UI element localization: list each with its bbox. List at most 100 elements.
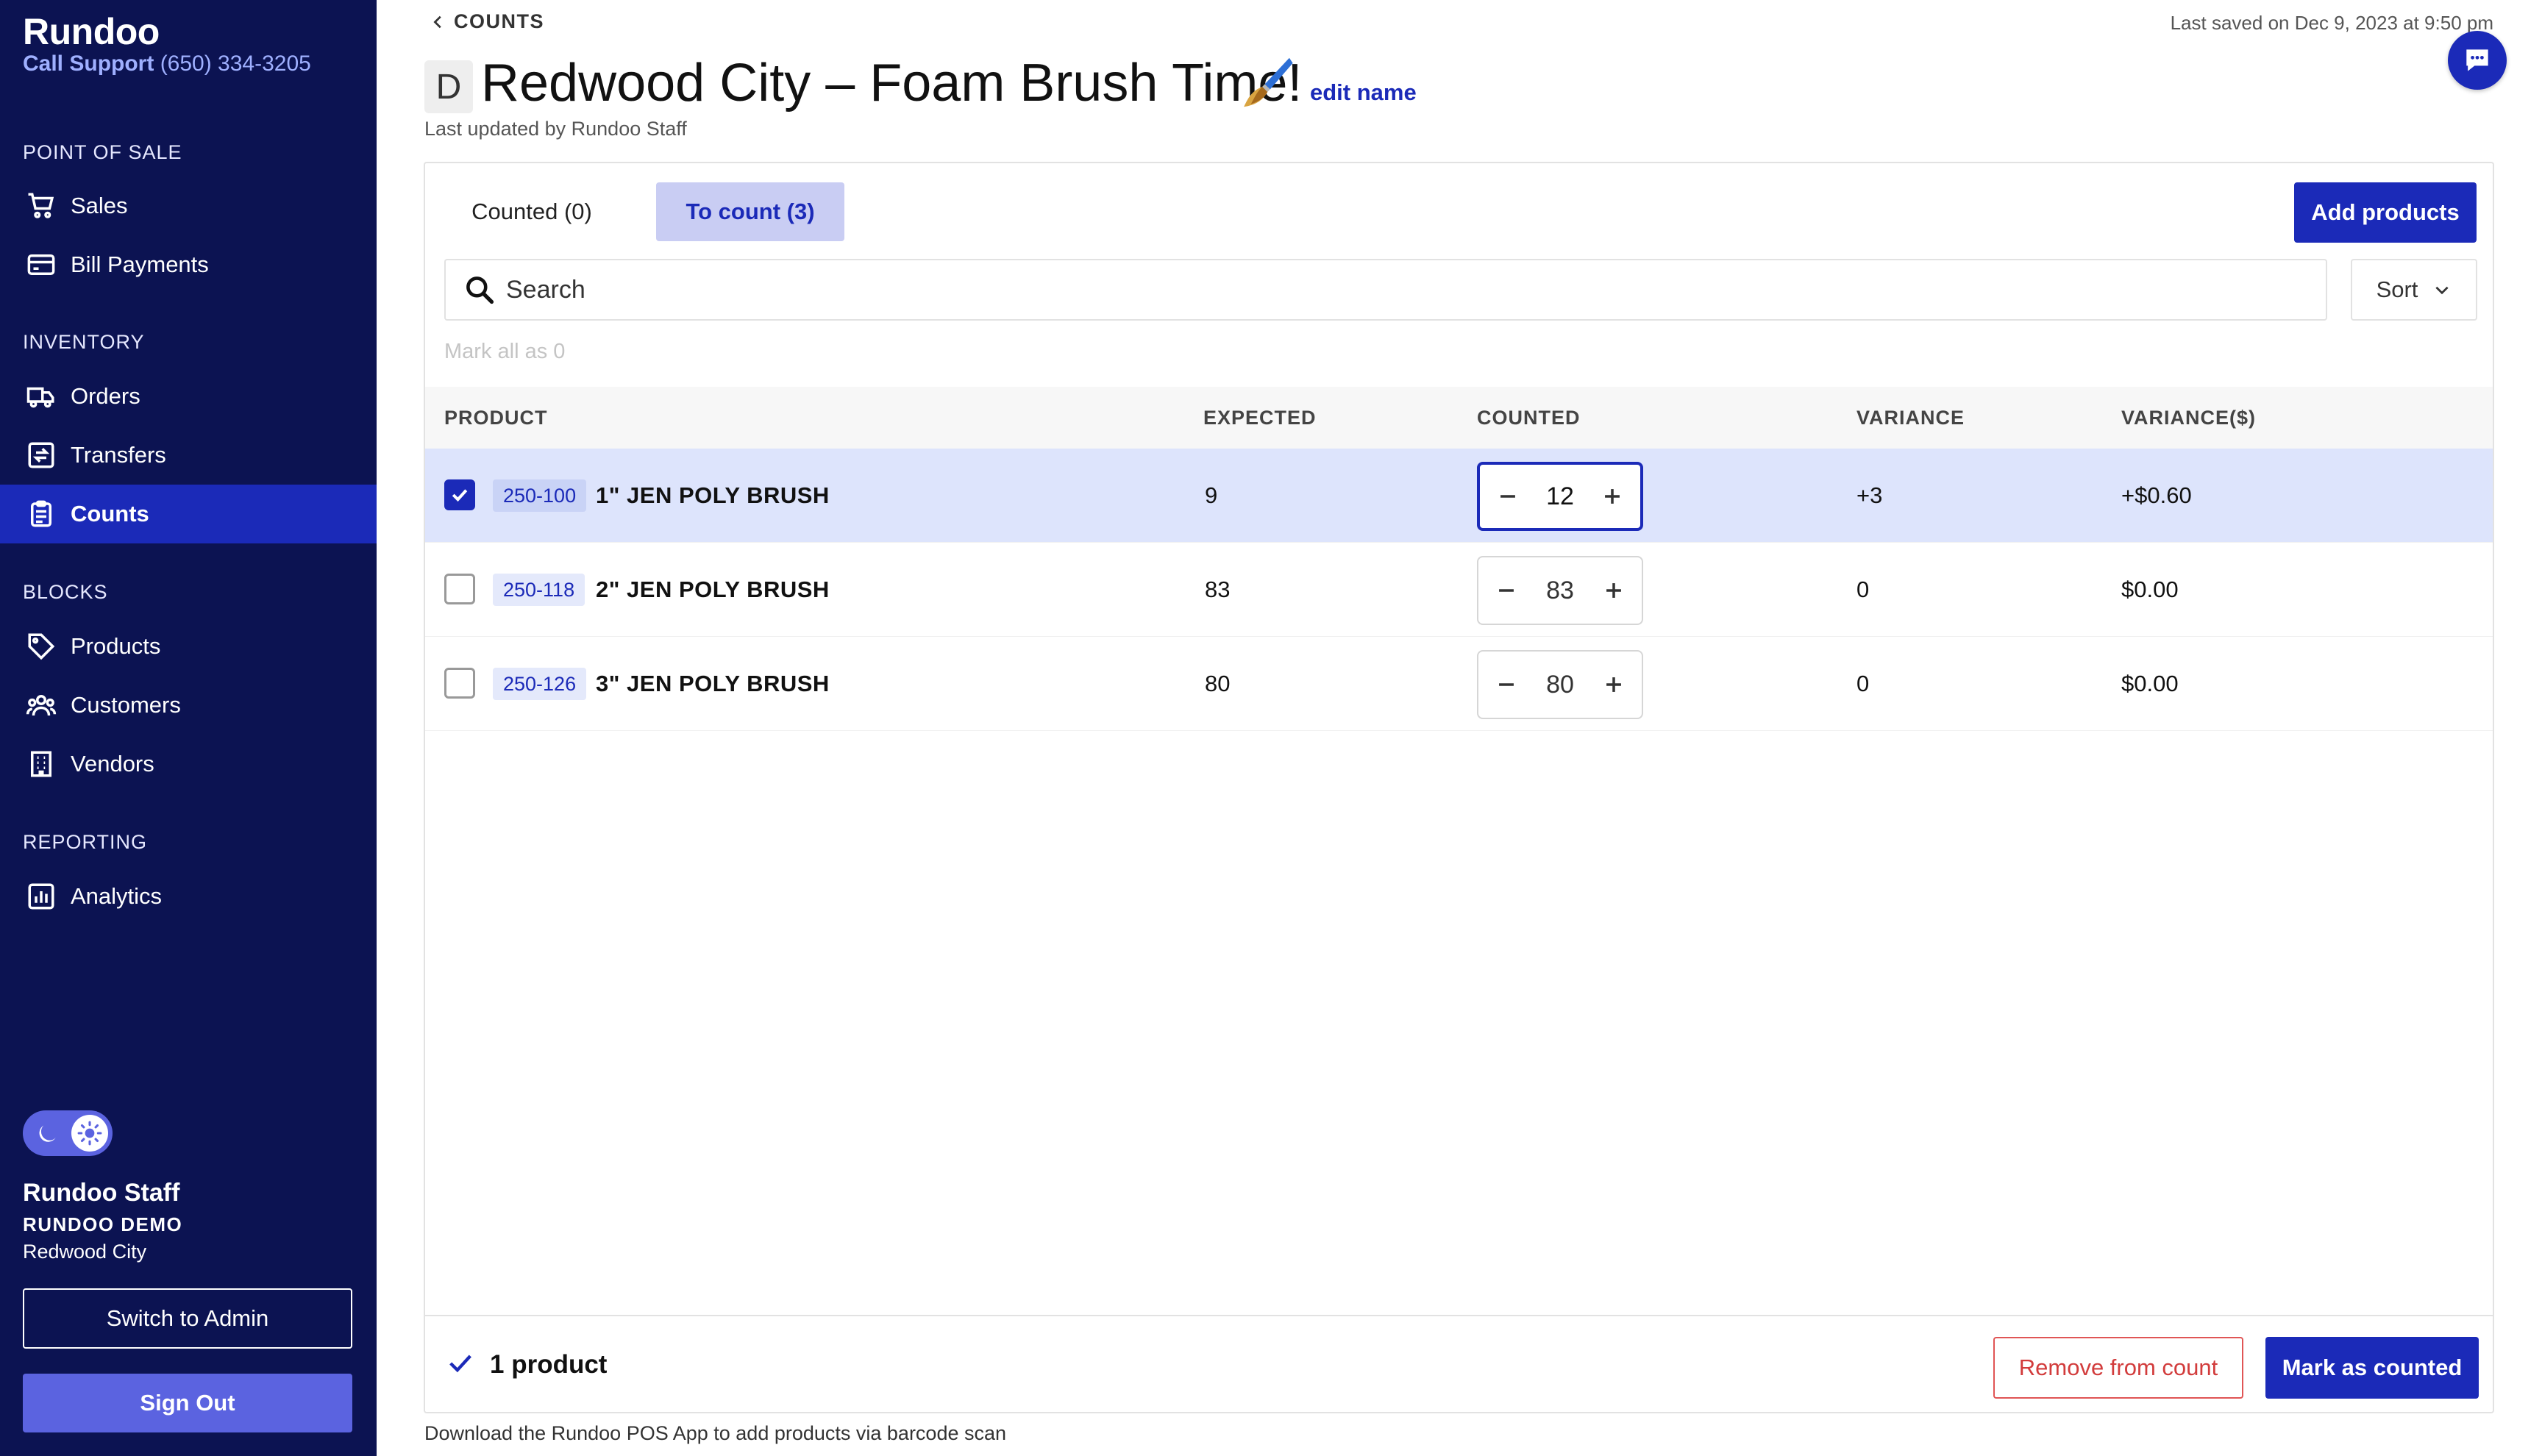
increment-button[interactable] xyxy=(1599,576,1628,605)
row-checkbox[interactable] xyxy=(444,479,475,510)
sidebar: Rundoo Call Support (650) 334-3205 POINT… xyxy=(0,0,377,1456)
counted-value[interactable]: 12 xyxy=(1546,482,1574,511)
sort-label: Sort xyxy=(2376,276,2418,302)
column-header-product[interactable]: PRODUCT xyxy=(444,387,548,449)
sun-icon xyxy=(77,1121,102,1146)
sidebar-item-label: Bill Payments xyxy=(71,251,209,277)
increment-button[interactable] xyxy=(1598,482,1627,511)
sidebar-item-label: Vendors xyxy=(71,751,154,777)
expected-value: 9 xyxy=(1205,482,1218,508)
sidebar-item-transfers[interactable]: Transfers xyxy=(0,426,377,485)
sign-out-button[interactable]: Sign Out xyxy=(23,1374,352,1432)
column-header-variance-dollars[interactable]: VARIANCE($) xyxy=(2121,387,2256,449)
user-org: RUNDOO DEMO xyxy=(23,1213,183,1235)
sidebar-item-analytics[interactable]: Analytics xyxy=(0,867,377,926)
sidebar-item-label: Products xyxy=(71,633,161,659)
remove-from-count-button[interactable]: Remove from count xyxy=(1993,1337,2243,1399)
quantity-stepper[interactable]: 80 xyxy=(1477,650,1643,719)
table-header: PRODUCT EXPECTED COUNTED VARIANCE VARIAN… xyxy=(425,387,2493,449)
sidebar-item-label: Analytics xyxy=(71,883,163,909)
tag-icon xyxy=(25,630,57,663)
paintbrush-icon xyxy=(1244,57,1293,107)
column-header-counted[interactable]: COUNTED xyxy=(1477,387,1581,449)
transfer-icon xyxy=(25,439,57,471)
sidebar-item-counts[interactable]: Counts xyxy=(0,485,377,543)
section-label-reporting: REPORTING xyxy=(23,831,148,853)
truck-icon xyxy=(25,380,57,413)
plus-icon xyxy=(1606,677,1621,692)
sidebar-item-label: Counts xyxy=(71,501,149,527)
edit-name-link[interactable]: edit name xyxy=(1310,79,1417,106)
sidebar-item-vendors[interactable]: Vendors xyxy=(0,735,377,793)
counted-value[interactable]: 80 xyxy=(1546,671,1574,699)
search-field[interactable] xyxy=(444,259,2327,321)
plus-icon xyxy=(1606,583,1621,598)
moon-icon xyxy=(39,1125,56,1142)
download-app-note: Download the Rundoo POS App to add produ… xyxy=(424,1422,1007,1444)
increment-button[interactable] xyxy=(1599,670,1628,699)
credit-card-icon xyxy=(25,249,57,281)
call-support-label: Call Support xyxy=(23,51,154,76)
expected-value: 83 xyxy=(1205,577,1231,602)
column-header-variance[interactable]: VARIANCE xyxy=(1856,387,1965,449)
variance-value: 0 xyxy=(1856,577,1870,602)
chat-button[interactable] xyxy=(2448,31,2507,90)
minus-icon xyxy=(1499,683,1514,686)
check-icon xyxy=(452,489,468,502)
call-support-phone: (650) 334-3205 xyxy=(160,51,311,76)
section-label-blocks: BLOCKS xyxy=(23,581,108,603)
building-icon xyxy=(25,748,57,780)
product-name: 2" JEN POLY BRUSH xyxy=(596,577,830,602)
variance-dollars-value: $0.00 xyxy=(2121,577,2179,602)
mark-as-counted-button[interactable]: Mark as counted xyxy=(2265,1337,2479,1399)
minus-icon xyxy=(1500,495,1515,498)
cart-icon xyxy=(25,190,57,222)
switch-to-admin-button[interactable]: Switch to Admin xyxy=(23,1288,352,1349)
tab-to-count[interactable]: To count (3) xyxy=(656,182,844,241)
sku-badge: 250-126 xyxy=(493,668,587,700)
table-row[interactable]: 250-100 1" JEN POLY BRUSH 9 12 +3 +$0.60 xyxy=(425,449,2493,543)
sidebar-item-customers[interactable]: Customers xyxy=(0,676,377,735)
section-label-inventory: INVENTORY xyxy=(23,331,145,353)
sidebar-item-bill-payments[interactable]: Bill Payments xyxy=(0,235,377,294)
mark-all-zero-link[interactable]: Mark all as 0 xyxy=(444,340,565,364)
sku-badge: 250-100 xyxy=(493,479,587,512)
plus-icon xyxy=(1605,489,1620,504)
tab-counted[interactable]: Counted (0) xyxy=(447,182,616,241)
count-avatar: D xyxy=(424,60,473,113)
counted-value[interactable]: 83 xyxy=(1546,577,1574,605)
section-label-pos: POINT OF SALE xyxy=(23,141,182,163)
sidebar-item-products[interactable]: Products xyxy=(0,617,377,676)
column-header-expected[interactable]: EXPECTED xyxy=(1203,387,1317,449)
call-support[interactable]: Call Support (650) 334-3205 xyxy=(23,51,311,76)
brand-logo: Rundoo xyxy=(23,11,160,52)
variance-value: +3 xyxy=(1856,482,1883,508)
check-icon xyxy=(449,1355,471,1373)
user-location: Redwood City xyxy=(23,1241,147,1263)
users-icon xyxy=(25,689,57,721)
sidebar-item-label: Sales xyxy=(71,193,128,218)
minus-icon xyxy=(1499,589,1514,592)
decrement-button[interactable] xyxy=(1493,482,1523,511)
theme-toggle[interactable] xyxy=(23,1110,113,1156)
product-name: 3" JEN POLY BRUSH xyxy=(596,671,830,696)
quantity-stepper[interactable]: 12 xyxy=(1477,462,1643,531)
search-input[interactable] xyxy=(506,275,2271,304)
decrement-button[interactable] xyxy=(1492,576,1521,605)
user-name: Rundoo Staff xyxy=(23,1179,180,1207)
table-row[interactable]: 250-118 2" JEN POLY BRUSH 83 83 0 $0.00 xyxy=(425,543,2493,637)
row-checkbox[interactable] xyxy=(444,574,475,604)
bar-chart-icon xyxy=(25,880,57,913)
add-products-button[interactable]: Add products xyxy=(2294,182,2477,243)
decrement-button[interactable] xyxy=(1492,670,1521,699)
sidebar-item-sales[interactable]: Sales xyxy=(0,176,377,235)
row-checkbox[interactable] xyxy=(444,668,475,699)
sort-dropdown[interactable]: Sort xyxy=(2351,259,2477,321)
quantity-stepper[interactable]: 83 xyxy=(1477,556,1643,625)
selection-action-bar: 1 product Remove from count Mark as coun… xyxy=(425,1315,2493,1412)
sidebar-item-orders[interactable]: Orders xyxy=(0,367,377,426)
table-row[interactable]: 250-126 3" JEN POLY BRUSH 80 80 0 $0.00 xyxy=(425,637,2493,731)
count-panel: Counted (0) To count (3) Add products So… xyxy=(424,162,2494,1413)
breadcrumb[interactable]: COUNTS xyxy=(430,10,544,33)
sidebar-item-label: Transfers xyxy=(71,442,166,468)
